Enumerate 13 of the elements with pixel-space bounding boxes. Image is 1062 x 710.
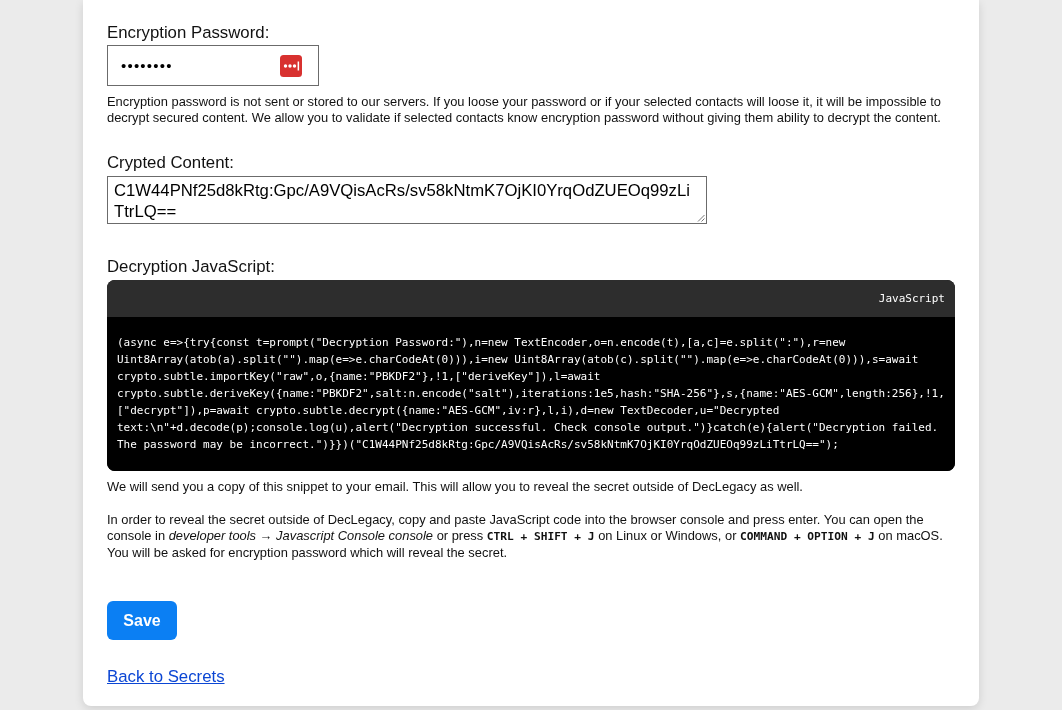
field-label: Encryption Password: [107, 23, 270, 43]
code-language-label: JavaScript [878, 292, 945, 305]
field-label: Decryption JavaScript: [107, 257, 275, 277]
field-label: Crypted Content: [107, 153, 234, 173]
info-text: We will send you a copy of this snippet to your email. This will allow you to reveal the secret outside of DecLegacy as well. [107, 479, 804, 495]
crypted-content-field[interactable]: C1W44PNf25d8kRtg:Gpc/A9VQisAcRs/sv58kNtmK7OjKI0YrqOdZUEOq99zLiTtrLQ== [107, 176, 707, 224]
back-to-secrets-link[interactable]: Back to Secrets [107, 667, 225, 686]
password-field[interactable]: •••••••• [107, 45, 319, 86]
info-text: In order to reveal the secret outside of DecLegacy, copy and paste JavaScript code into the browser console and press enter. You can open the console in developer tools → Javascript Console console or press CTRL + SHIFT + J on Linux or Windows, or COMMAND + OPTION + J on macOS. You will be asked for encryption password which will reveal the secret. [107, 512, 944, 561]
resize-grip-icon[interactable] [697, 214, 705, 222]
save-button[interactable]: Save [107, 601, 177, 640]
password-dots-icon[interactable] [280, 54, 302, 77]
help-text: Encryption password is not sent or stored to our servers. If you loose your password or if your selected contacts will loose it, it will be impossible to decrypt secured content. We allow you to validate if selected contacts know encryption password without giving them ability to decrypt the content. [107, 94, 942, 126]
